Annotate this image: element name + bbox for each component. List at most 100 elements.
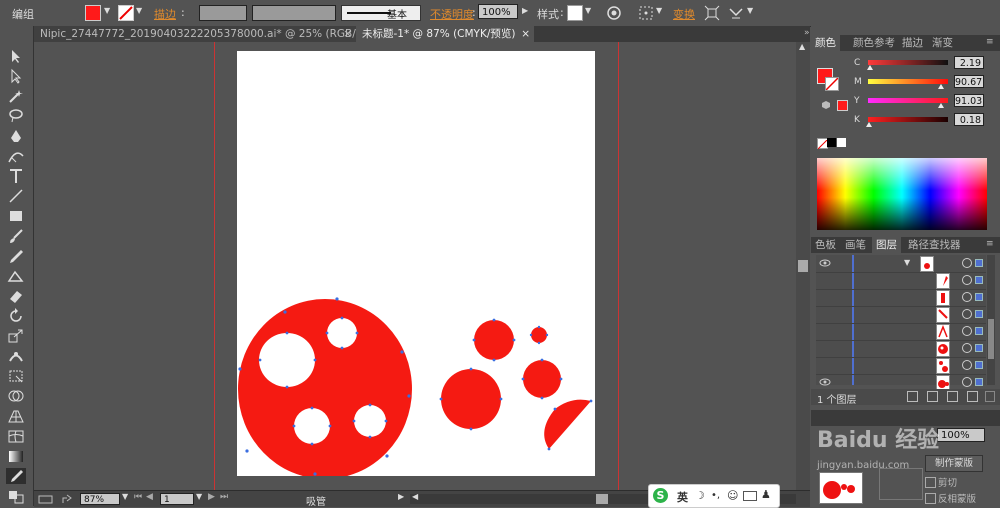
type-tool[interactable] — [6, 168, 26, 184]
channel-value-input[interactable]: 2.19 — [954, 56, 984, 69]
emoji-icon[interactable]: ☺ — [727, 489, 738, 502]
rotate-tool[interactable] — [6, 308, 26, 324]
brush-style-dropdown[interactable]: 基本 — [341, 5, 421, 21]
close-icon[interactable]: × — [343, 26, 352, 42]
selection-indicator[interactable] — [975, 259, 983, 267]
recolor-artwork-icon[interactable] — [606, 5, 622, 21]
tab-nipic-document[interactable]: Nipic_27447772_20190403222205378000.ai* … — [34, 26, 381, 42]
isolate-dropdown-icon[interactable]: ▼ — [747, 6, 753, 15]
selection-indicator[interactable] — [975, 378, 983, 386]
clipping-mask-icon[interactable] — [927, 391, 938, 402]
previous-artboard-icon[interactable]: ◀ — [146, 492, 153, 502]
slider-handle[interactable] — [938, 103, 944, 108]
moon-icon[interactable]: ☽ — [695, 489, 705, 502]
opacity-label[interactable]: 不透明度 — [430, 6, 474, 22]
large-red-shape[interactable] — [238, 299, 412, 479]
mesh-tool[interactable] — [6, 428, 26, 444]
target-icon[interactable] — [962, 275, 972, 285]
tab-color[interactable]: 颜色 — [811, 35, 840, 51]
pencil-tool[interactable] — [6, 248, 26, 264]
share-icon[interactable] — [61, 493, 73, 505]
opacity-dropdown-icon[interactable]: ▶ — [522, 6, 528, 15]
gpu-status-icon[interactable] — [38, 494, 54, 504]
gamut-color-swatch[interactable] — [837, 100, 848, 111]
layer-row[interactable] — [816, 272, 986, 290]
eyedropper-tool[interactable] — [6, 468, 26, 484]
layer-row[interactable] — [816, 306, 986, 324]
stroke-label[interactable]: 描边 — [154, 6, 176, 22]
invert-mask-checkbox[interactable] — [925, 493, 936, 504]
channel-slider[interactable] — [868, 117, 948, 122]
red-circle[interactable] — [523, 360, 561, 398]
shaper-tool[interactable] — [6, 268, 26, 284]
tab-brushes[interactable]: 画笔 — [841, 237, 870, 253]
selection-indicator[interactable] — [975, 276, 983, 284]
black-swatch[interactable] — [827, 138, 836, 147]
trash-icon[interactable] — [985, 391, 995, 402]
horizontal-scroll-thumb[interactable] — [596, 494, 608, 504]
target-icon[interactable] — [962, 343, 972, 353]
mask-thumbnail[interactable] — [879, 468, 923, 500]
tab-swatches[interactable]: 色板 — [811, 237, 840, 253]
tab-layers[interactable]: 图层 — [872, 237, 901, 253]
artboard[interactable] — [237, 51, 595, 479]
red-circle[interactable] — [474, 320, 514, 360]
magic-wand-tool[interactable] — [6, 88, 26, 104]
transform-label[interactable]: 变换 — [673, 6, 695, 22]
layers-scrollbar[interactable] — [987, 255, 995, 385]
channel-value-input[interactable]: 0.18 — [954, 113, 984, 126]
selection-indicator[interactable] — [975, 293, 983, 301]
tab-stroke[interactable]: 描边 — [898, 35, 927, 51]
perspective-grid-tool[interactable] — [6, 408, 26, 424]
panel-menu-icon[interactable]: ≡ — [986, 37, 994, 47]
layer-row[interactable] — [816, 289, 986, 307]
tab-gradient[interactable]: 渐变 — [928, 35, 957, 51]
graphic-style-swatch[interactable] — [567, 5, 583, 21]
sogou-logo-icon[interactable]: S — [653, 488, 668, 503]
zoom-input[interactable]: 87% — [80, 493, 120, 505]
scroll-left-icon[interactable]: ◀ — [412, 492, 418, 501]
color-spectrum[interactable] — [817, 158, 987, 230]
transparency-opacity-input[interactable]: 100% — [937, 428, 985, 442]
locate-object-icon[interactable] — [907, 391, 918, 402]
gradient-tool[interactable] — [6, 448, 26, 464]
artboard-dropdown-icon[interactable]: ▼ — [196, 492, 202, 501]
channel-slider[interactable] — [868, 79, 948, 84]
selection-indicator[interactable] — [975, 344, 983, 352]
close-icon[interactable]: × — [521, 26, 530, 42]
clip-checkbox[interactable] — [925, 477, 936, 488]
first-artboard-icon[interactable]: ⏮ — [134, 492, 142, 502]
new-sublayer-icon[interactable] — [947, 391, 958, 402]
zoom-dropdown-icon[interactable]: ▼ — [122, 492, 128, 501]
white-swatch[interactable] — [837, 138, 846, 147]
isolate-group-icon[interactable] — [728, 5, 744, 21]
stroke-swatch[interactable] — [825, 77, 839, 91]
layer-row[interactable] — [816, 323, 986, 341]
selection-indicator[interactable] — [975, 361, 983, 369]
paintbrush-tool[interactable] — [6, 228, 26, 244]
tab-color-guide[interactable]: 颜色参考 — [849, 35, 899, 51]
free-transform-tool[interactable] — [6, 368, 26, 384]
stroke-weight-field[interactable] — [199, 5, 247, 21]
status-menu-icon[interactable]: ▶ — [398, 492, 404, 501]
slider-handle[interactable] — [866, 122, 872, 127]
align-grid-icon[interactable] — [638, 5, 656, 21]
channel-value-input[interactable]: 90.67 — [954, 75, 984, 88]
selection-indicator[interactable] — [975, 327, 983, 335]
line-tool[interactable] — [6, 188, 26, 204]
red-circle[interactable] — [441, 369, 501, 429]
stroke-color-swatch[interactable] — [118, 5, 134, 21]
selection-tool[interactable] — [6, 48, 26, 64]
target-icon[interactable] — [962, 309, 972, 319]
make-mask-button[interactable]: 制作蒙版 — [925, 455, 983, 472]
vertical-scroll-thumb[interactable] — [798, 260, 808, 272]
layer-row[interactable] — [816, 357, 986, 375]
channel-slider[interactable] — [868, 60, 948, 65]
stroke-dropdown-icon[interactable]: ▼ — [136, 6, 142, 15]
shape-builder-tool[interactable] — [6, 388, 26, 404]
target-icon[interactable] — [962, 258, 972, 268]
last-artboard-icon[interactable]: ⏭ — [220, 492, 228, 502]
keyboard-icon[interactable] — [743, 491, 757, 501]
person-icon[interactable]: ♟ — [761, 488, 771, 501]
layer-row[interactable] — [816, 340, 986, 358]
